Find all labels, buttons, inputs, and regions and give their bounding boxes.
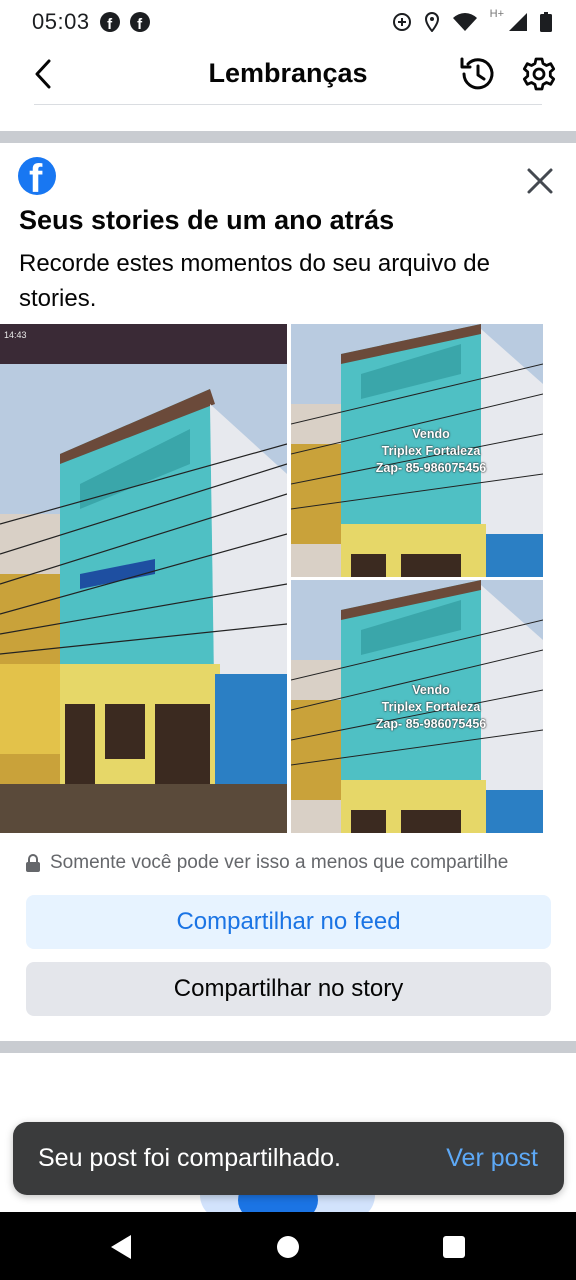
story-time-label: 14:43 <box>4 330 27 340</box>
story-caption-line: Zap- 85-986075456 <box>375 461 487 475</box>
status-bar: 05:03 f f H+ <box>0 0 576 44</box>
privacy-note: Somente você pode ver isso a menos que c… <box>26 852 508 874</box>
story-caption: Vendo Triplex Fortaleza Zap- 85-98607545… <box>331 426 531 477</box>
settings-button[interactable] <box>518 54 560 94</box>
header-divider <box>34 104 542 105</box>
story-photo[interactable]: Vendo Triplex Fortaleza Zap- 85-98607545… <box>291 580 543 833</box>
story-caption-line: Zap- 85-986075456 <box>375 717 487 731</box>
card-title: Seus stories de um ano atrás <box>19 205 395 235</box>
app-header: Lembranças <box>0 44 576 106</box>
nav-home-icon <box>277 1236 299 1258</box>
close-icon <box>527 168 553 194</box>
section-separator <box>0 131 576 143</box>
network-type-label: H+ <box>489 8 504 20</box>
lock-icon <box>26 854 40 872</box>
nav-back-icon <box>111 1235 131 1259</box>
wifi-icon <box>452 13 477 31</box>
facebook-notification-icon: f <box>129 12 150 32</box>
nav-recents-icon <box>443 1236 465 1258</box>
card-subtitle: Recorde estes momentos do seu arquivo de… <box>19 250 490 312</box>
status-time: 05:03 <box>32 9 90 34</box>
nav-back-button[interactable] <box>104 1230 138 1264</box>
building-photo <box>0 324 287 833</box>
battery-icon <box>540 12 552 32</box>
section-separator <box>0 1041 576 1053</box>
share-to-story-button[interactable]: Compartilhar no story <box>26 962 551 1016</box>
nav-recents-button[interactable] <box>437 1230 471 1264</box>
story-caption-line: Vendo <box>412 427 450 441</box>
snackbar-message: Seu post foi compartilhado. <box>38 1144 341 1172</box>
story-photo[interactable]: Vendo Triplex Fortaleza Zap- 85-98607545… <box>291 324 543 577</box>
view-post-button[interactable]: Ver post <box>446 1144 538 1173</box>
system-icons: H+ <box>392 8 552 32</box>
nav-home-button[interactable] <box>271 1230 305 1264</box>
system-navigation-bar <box>0 1212 576 1280</box>
story-caption: Vendo Triplex Fortaleza Zap- 85-98607545… <box>331 682 531 733</box>
share-to-feed-button[interactable]: Compartilhar no feed <box>26 895 551 949</box>
facebook-notification-icon: f <box>99 12 120 32</box>
story-photo[interactable]: 14:43 <box>0 324 287 833</box>
location-icon <box>424 12 439 32</box>
gear-icon <box>522 57 556 91</box>
close-card-button[interactable] <box>520 162 560 200</box>
history-clock-icon <box>460 57 494 90</box>
privacy-note-text: Somente você pode ver isso a menos que c… <box>50 852 509 873</box>
story-caption-line: Triplex Fortaleza <box>381 700 481 714</box>
snackbar: Seu post foi compartilhado. Ver post <box>13 1122 564 1195</box>
facebook-logo-icon: f <box>18 157 56 195</box>
data-saver-icon <box>392 13 411 31</box>
story-caption-line: Triplex Fortaleza <box>381 444 481 458</box>
history-button[interactable] <box>456 54 498 94</box>
story-caption-line: Vendo <box>412 683 450 697</box>
signal-icon <box>509 13 527 31</box>
